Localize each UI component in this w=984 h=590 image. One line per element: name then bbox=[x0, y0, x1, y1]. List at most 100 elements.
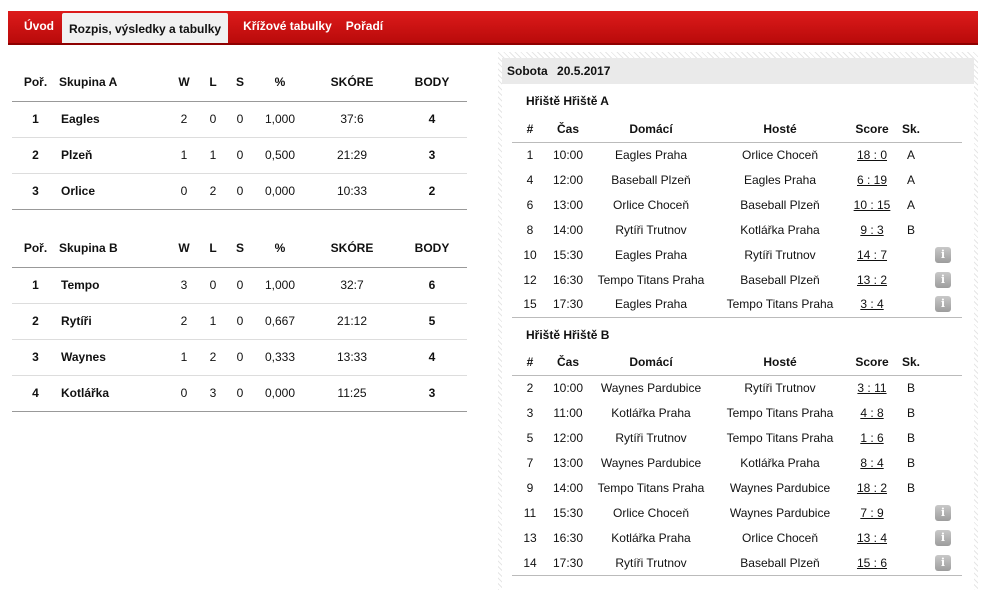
col-l: L bbox=[199, 230, 227, 268]
tab-uvod[interactable]: Úvod bbox=[8, 9, 62, 43]
col-points: BODY bbox=[397, 230, 467, 268]
row-position: 3 bbox=[12, 339, 59, 376]
col-pct: % bbox=[253, 230, 307, 268]
col-group: Sk. bbox=[898, 116, 924, 143]
tab-poradi[interactable]: Pořadí bbox=[339, 9, 390, 43]
game-score-link[interactable]: 13 : 2 bbox=[857, 273, 887, 287]
game-score-link[interactable]: 4 : 8 bbox=[860, 406, 883, 420]
game-home-team: Waynes Pardubice bbox=[600, 456, 702, 470]
col-group: Sk. bbox=[898, 349, 924, 376]
game-score-link[interactable]: 8 : 4 bbox=[860, 456, 883, 470]
group-name: Skupina A bbox=[59, 64, 169, 102]
game-score-link[interactable]: 9 : 3 bbox=[860, 223, 883, 237]
game-score-link[interactable]: 3 : 11 bbox=[857, 381, 886, 395]
game-away-team: Tempo Titans Praha bbox=[726, 406, 834, 420]
game-time: 16:30 bbox=[552, 531, 584, 545]
col-score: Score bbox=[846, 116, 898, 143]
info-icon[interactable]: i bbox=[935, 246, 951, 263]
standings-table-group-a: Poř. Skupina A W L S % SKÓRE BODY 1 Eagle… bbox=[12, 64, 467, 210]
row-ties: 0 bbox=[227, 101, 253, 138]
game-home-team: Orlice Choceň bbox=[612, 506, 690, 520]
game-score-link[interactable]: 10 : 15 bbox=[854, 198, 891, 212]
game-score-link[interactable]: 6 : 19 bbox=[857, 173, 887, 187]
row-ties: 0 bbox=[227, 339, 253, 376]
game-away-team: Baseball Plzeň bbox=[740, 272, 820, 287]
game-score-link[interactable]: 15 : 6 bbox=[857, 556, 887, 570]
game-score-cell: 4 : 8 bbox=[846, 401, 898, 426]
info-icon[interactable]: i bbox=[935, 271, 951, 288]
info-icon[interactable]: i bbox=[935, 530, 951, 546]
row-losses: 0 bbox=[199, 267, 227, 304]
game-group: B bbox=[906, 481, 915, 495]
tab-krizove-tabulky[interactable]: Křížové tabulky bbox=[236, 9, 339, 43]
col-pos: Poř. bbox=[12, 64, 59, 102]
game-score-link[interactable]: 13 : 4 bbox=[857, 531, 887, 545]
col-w: W bbox=[169, 64, 199, 102]
game-score-cell: 18 : 0 bbox=[846, 142, 898, 167]
row-team: Eagles bbox=[59, 101, 169, 138]
table-row: 3 Orlice 0 2 0 0,000 10:33 2 bbox=[12, 173, 467, 210]
game-time: 13:00 bbox=[552, 197, 584, 212]
game-home-team: Rytíři Trutnov bbox=[588, 550, 714, 576]
day-name: Sobota bbox=[507, 64, 548, 78]
game-score-link[interactable]: 18 : 2 bbox=[857, 481, 887, 495]
game-score-cell: 6 : 19 bbox=[846, 167, 898, 192]
info-icon[interactable]: i bbox=[935, 296, 951, 313]
row-wins: 2 bbox=[169, 303, 199, 340]
game-group bbox=[898, 267, 924, 292]
row-position: 2 bbox=[12, 137, 59, 174]
game-time: 14:00 bbox=[552, 481, 584, 495]
tab-rozpis-vysledky-tabulky[interactable]: Rozpis, výsledky a tabulky bbox=[62, 13, 229, 43]
game-info-cell bbox=[924, 167, 962, 192]
game-score-cell: 7 : 9 bbox=[846, 501, 898, 526]
row-ties: 0 bbox=[227, 137, 253, 174]
game-number: 14 bbox=[512, 550, 548, 576]
row-position: 2 bbox=[12, 303, 59, 340]
row-percentage: 1,000 bbox=[253, 267, 307, 304]
row-points: 6 bbox=[397, 267, 467, 304]
col-game-number: # bbox=[512, 116, 548, 143]
game-row: 5 12:00 Rytíři Trutnov Tempo Titans Praha 1 … bbox=[512, 426, 962, 451]
game-time: 16:30 bbox=[552, 272, 584, 287]
game-score-link[interactable]: 14 : 7 bbox=[857, 248, 887, 262]
game-time: 12:00 bbox=[552, 431, 584, 445]
game-home-team: Tempo Titans Praha bbox=[597, 272, 705, 287]
game-row: 8 14:00 Rytíři Trutnov Kotlářka Praha 9 : 3 B bbox=[512, 217, 962, 242]
col-time: Čas bbox=[548, 116, 588, 143]
main-nav: Úvod Rozpis, výsledky a tabulky Křížové … bbox=[8, 11, 978, 45]
game-info-cell bbox=[924, 142, 962, 167]
game-number: 3 bbox=[526, 406, 534, 420]
game-away-team: Orlice Choceň bbox=[741, 147, 819, 162]
game-time: 17:30 bbox=[548, 550, 588, 576]
col-pct: % bbox=[253, 64, 307, 102]
game-row: 9 14:00 Tempo Titans Praha Waynes Pardubice… bbox=[512, 476, 962, 501]
game-away-team: Waynes Pardubice bbox=[729, 481, 831, 495]
row-percentage: 0,000 bbox=[253, 173, 307, 210]
game-score-link[interactable]: 7 : 9 bbox=[860, 506, 883, 520]
game-away-team: Kotlářka Praha bbox=[740, 222, 820, 237]
game-row: 3 11:00 Kotlářka Praha Tempo Titans Praha 4 … bbox=[512, 401, 962, 426]
row-percentage: 1,000 bbox=[253, 101, 307, 138]
game-score-link[interactable]: 18 : 0 bbox=[857, 148, 887, 162]
row-points: 5 bbox=[397, 303, 467, 340]
game-info-cell bbox=[924, 476, 962, 501]
game-time: 10:00 bbox=[552, 381, 584, 396]
col-score: SKÓRE bbox=[307, 230, 397, 268]
info-icon[interactable]: i bbox=[935, 554, 951, 571]
row-losses: 3 bbox=[199, 375, 227, 412]
row-score: 21:12 bbox=[307, 303, 397, 340]
row-score: 21:29 bbox=[307, 137, 397, 174]
game-time: 13:00 bbox=[552, 456, 584, 470]
game-away-team: Baseball Plzeň bbox=[714, 550, 846, 576]
game-number: 5 bbox=[526, 431, 534, 445]
game-score-link[interactable]: 3 : 4 bbox=[860, 297, 883, 311]
info-icon[interactable]: i bbox=[935, 505, 951, 521]
row-wins: 1 bbox=[169, 137, 199, 174]
game-away-team: Tempo Titans Praha bbox=[714, 292, 846, 318]
table-row: 1 Eagles 2 0 0 1,000 37:6 4 bbox=[12, 101, 467, 138]
game-away-team: Rytíři Trutnov bbox=[744, 247, 816, 262]
game-score-link[interactable]: 1 : 6 bbox=[860, 431, 883, 445]
game-time: 11:00 bbox=[553, 406, 583, 420]
col-score: SKÓRE bbox=[307, 64, 397, 102]
row-position: 1 bbox=[12, 267, 59, 304]
